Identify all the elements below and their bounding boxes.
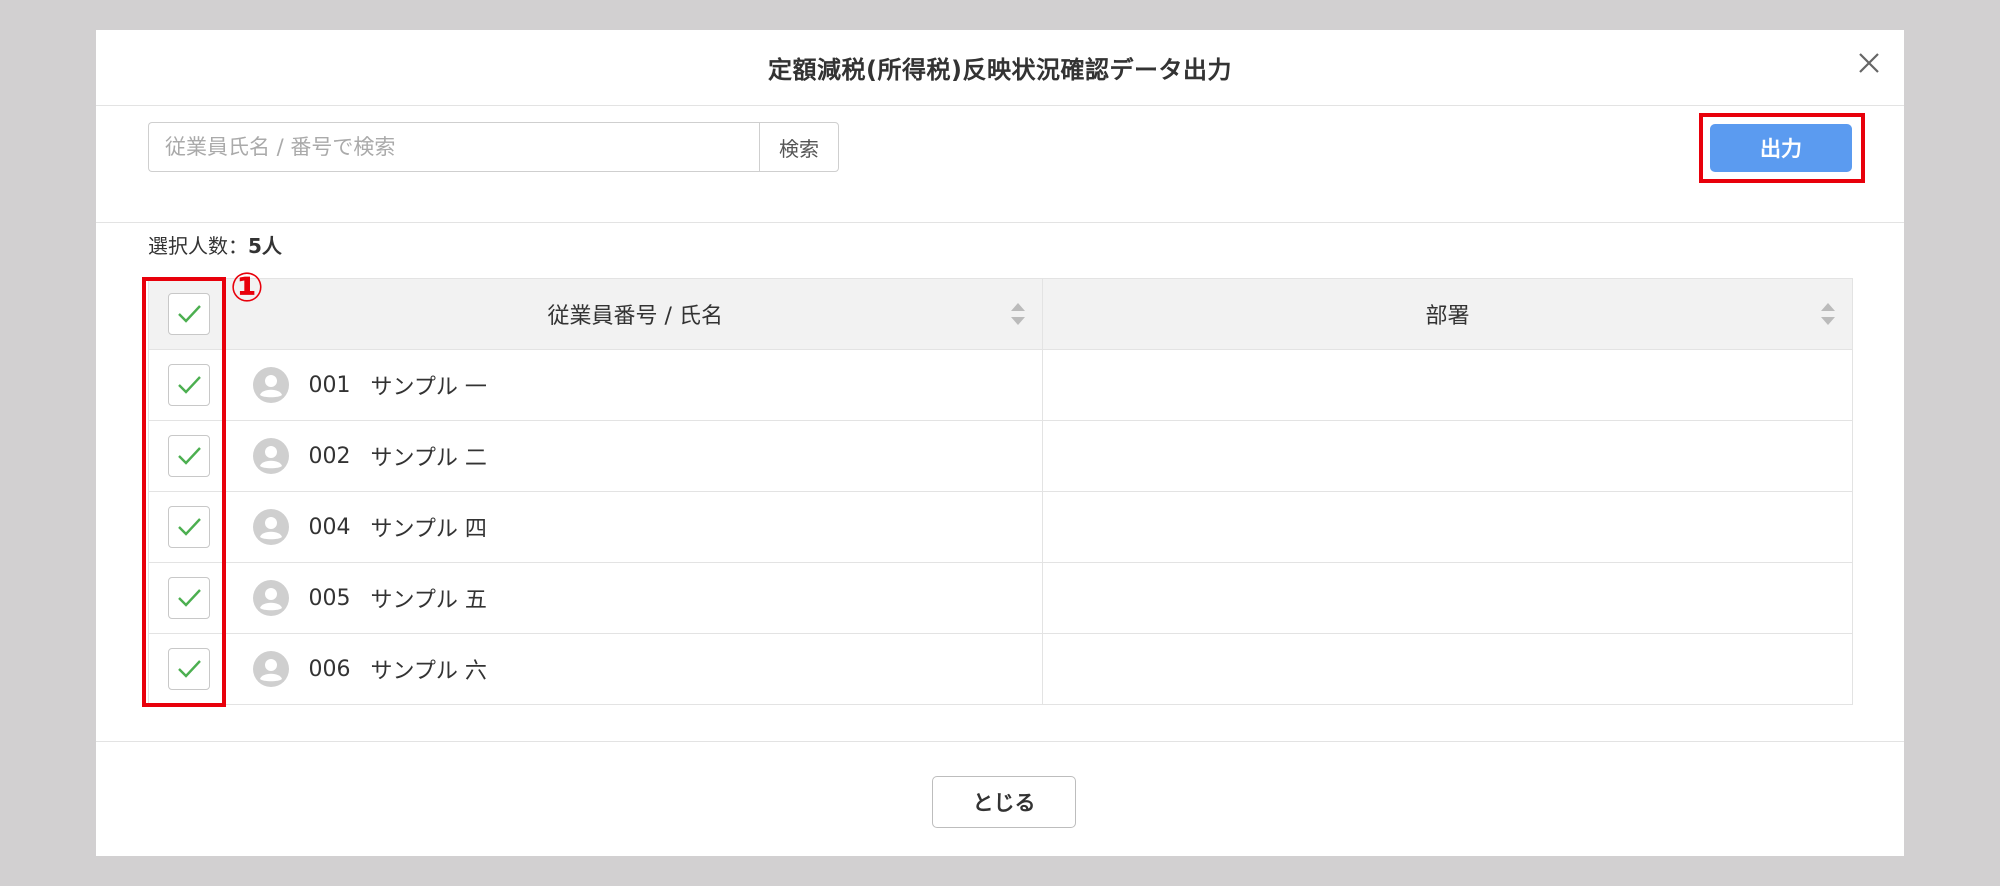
search-input[interactable] <box>148 122 759 172</box>
employee-number: 005 <box>308 585 351 611</box>
row-checkbox-cell <box>148 633 229 705</box>
row-checkbox-cell <box>148 491 229 563</box>
row-checkbox[interactable] <box>167 506 210 548</box>
select-all-checkbox[interactable] <box>167 293 210 335</box>
selected-count: 選択人数：5人 <box>148 230 282 259</box>
modal-header: 定額減税(所得税)反映状況確認データ出力 <box>96 30 1904 106</box>
checkmark-icon <box>177 376 201 394</box>
callout-one: ① <box>230 265 264 311</box>
employee-name: サンプル 五 <box>370 588 487 613</box>
select-all-cell <box>148 278 229 350</box>
checkmark-icon <box>177 518 201 536</box>
table-row[interactable]: 005 サンプル 五 <box>148 562 1853 634</box>
user-avatar-icon <box>252 580 289 616</box>
footer-divider <box>96 741 1904 742</box>
row-checkbox[interactable] <box>167 577 210 619</box>
sort-icon[interactable] <box>1818 299 1838 329</box>
employee-cell: 004 サンプル 四 <box>228 491 1043 563</box>
table-row[interactable]: 004 サンプル 四 <box>148 491 1853 563</box>
table-row[interactable]: 002 サンプル 二 <box>148 420 1853 492</box>
checkmark-icon <box>177 305 201 323</box>
row-checkbox[interactable] <box>167 364 210 406</box>
row-checkbox-cell <box>148 562 229 634</box>
user-avatar-icon <box>252 367 289 403</box>
output-button[interactable]: 出力 <box>1710 124 1852 172</box>
output-modal: 定額減税(所得税)反映状況確認データ出力 検索 ② 出力 選択人数：5人 <box>96 30 1904 856</box>
employee-number: 004 <box>308 514 351 540</box>
table-row[interactable]: 006 サンプル 六 <box>148 633 1853 705</box>
department-cell <box>1042 562 1853 634</box>
employee-cell: 002 サンプル 二 <box>228 420 1043 492</box>
user-avatar-icon <box>252 509 289 545</box>
employee-name: サンプル 六 <box>370 659 487 684</box>
search-button[interactable]: 検索 <box>759 122 839 172</box>
close-button[interactable]: とじる <box>932 776 1076 828</box>
department-cell <box>1042 420 1853 492</box>
column-header-employee-label: 従業員番号 / 氏名 <box>547 304 723 329</box>
employee-table: 従業員番号 / 氏名 部署 001 サンプル 一 002 サンプル 二 004 … <box>148 278 1853 705</box>
column-header-department-label: 部署 <box>1425 304 1470 329</box>
table-row[interactable]: 001 サンプル 一 <box>148 349 1853 421</box>
sort-icon[interactable] <box>1008 299 1028 329</box>
row-checkbox[interactable] <box>167 435 210 477</box>
employee-cell: 005 サンプル 五 <box>228 562 1043 634</box>
modal-title: 定額減税(所得税)反映状況確認データ出力 <box>768 56 1232 84</box>
user-avatar-icon <box>252 438 289 474</box>
search-group: 検索 <box>148 122 839 172</box>
toolbar: 検索 ② 出力 <box>96 106 1904 223</box>
employee-number: 001 <box>308 372 351 398</box>
employee-name: サンプル 四 <box>370 517 487 542</box>
row-checkbox-cell <box>148 420 229 492</box>
employee-name: サンプル 一 <box>370 375 487 400</box>
employee-cell: 006 サンプル 六 <box>228 633 1043 705</box>
employee-number: 006 <box>308 656 351 682</box>
selected-count-value: 5人 <box>248 234 282 258</box>
checkmark-icon <box>177 589 201 607</box>
department-cell <box>1042 633 1853 705</box>
department-cell <box>1042 491 1853 563</box>
checkmark-icon <box>177 447 201 465</box>
employee-number: 002 <box>308 443 351 469</box>
column-header-department[interactable]: 部署 <box>1042 278 1853 350</box>
selected-count-label: 選択人数： <box>148 234 248 258</box>
table-header-row: 従業員番号 / 氏名 部署 <box>148 278 1853 350</box>
checkmark-icon <box>177 660 201 678</box>
user-avatar-icon <box>252 651 289 687</box>
column-header-employee[interactable]: 従業員番号 / 氏名 <box>228 278 1043 350</box>
employee-name: サンプル 二 <box>370 446 487 471</box>
department-cell <box>1042 349 1853 421</box>
employee-cell: 001 サンプル 一 <box>228 349 1043 421</box>
close-icon[interactable] <box>1854 48 1884 78</box>
row-checkbox[interactable] <box>167 648 210 690</box>
row-checkbox-cell <box>148 349 229 421</box>
